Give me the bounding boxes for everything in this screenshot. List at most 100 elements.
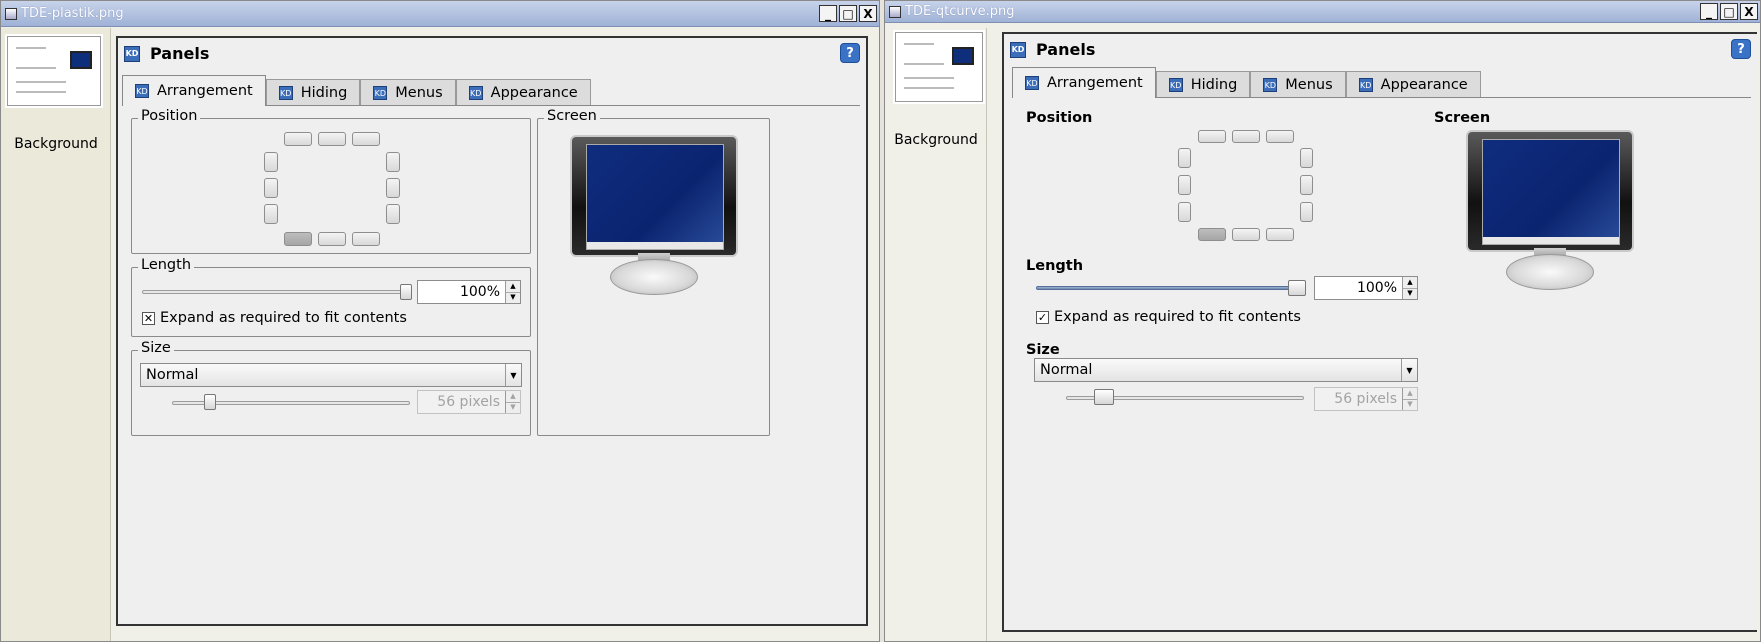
spin-down-icon[interactable]: ▼: [506, 292, 520, 303]
size-value: Normal: [1040, 362, 1093, 378]
background-thumbnail[interactable]: [7, 36, 101, 106]
position-left-top[interactable]: [1178, 148, 1191, 168]
help-icon[interactable]: ?: [1731, 39, 1751, 59]
page-title-text: Panels: [150, 44, 210, 63]
position-top-left[interactable]: [284, 132, 312, 146]
position-bottom-center[interactable]: [318, 232, 346, 246]
position-left-bottom[interactable]: [264, 204, 278, 224]
chevron-down-icon[interactable]: ▼: [505, 364, 521, 386]
tab-label: Hiding: [1190, 77, 1238, 93]
maximize-button[interactable]: □: [839, 5, 857, 22]
screen-label: Screen: [1434, 110, 1491, 126]
length-slider-handle[interactable]: [400, 284, 412, 300]
length-label: Length: [1026, 258, 1084, 274]
position-right-bottom[interactable]: [1300, 202, 1313, 222]
tab-appearance[interactable]: KD Appearance: [1345, 71, 1481, 98]
close-button[interactable]: X: [859, 5, 877, 22]
minimize-button[interactable]: _: [1700, 3, 1718, 20]
kde-config-icon: KD: [1010, 41, 1026, 58]
tab-bar: KD Arrangement KD Hiding KD Menus KD Appeara…: [122, 75, 591, 106]
expand-checkbox[interactable]: ✓ Expand as required to fit contents: [1036, 309, 1301, 325]
sidebar: Background: [885, 28, 987, 641]
tab-appearance[interactable]: KD Appearance: [455, 79, 591, 106]
length-value: 100%: [1356, 280, 1397, 296]
tab-menus[interactable]: KD Menus: [360, 79, 456, 106]
minimize-button[interactable]: _: [819, 5, 837, 22]
background-thumbnail[interactable]: [895, 32, 983, 102]
tab-label: Arrangement: [1047, 75, 1143, 91]
monitor-icon[interactable]: [1466, 130, 1634, 298]
sidebar-label[interactable]: Background: [885, 132, 987, 148]
length-slider[interactable]: [1036, 286, 1304, 290]
size-combobox[interactable]: Normal ▼: [140, 363, 522, 387]
spin-up-icon[interactable]: ▲: [506, 281, 520, 293]
size-group: Size Normal ▼ 56 pixels ▲ ▼: [131, 340, 531, 436]
position-right-top[interactable]: [386, 152, 400, 172]
position-right-center[interactable]: [1300, 175, 1313, 195]
monitor-icon[interactable]: [570, 135, 738, 303]
position-bottom-right[interactable]: [352, 232, 380, 246]
position-top-left[interactable]: [1198, 130, 1226, 143]
window-title: TDE-plastik.png: [21, 6, 124, 21]
position-left-center[interactable]: [1178, 175, 1191, 195]
length-slider[interactable]: [142, 290, 410, 294]
panels-dialog: KD Panels ? KD Arrangement KD Hiding KD Men…: [1002, 32, 1757, 632]
sidebar: Background: [1, 28, 111, 641]
spin-up-icon: ▲: [506, 391, 520, 403]
help-icon[interactable]: ?: [840, 43, 860, 63]
tab-hiding[interactable]: KD Hiding: [265, 79, 361, 106]
length-group: Length 100% ▲ ▼ ✓ Expand as required to f…: [1026, 258, 1426, 328]
sidebar-label[interactable]: Background: [1, 136, 111, 152]
title-bar[interactable]: TDE-qtcurve.png _ □ X: [885, 1, 1760, 23]
position-bottom-right[interactable]: [1266, 228, 1294, 241]
size-label: Size: [138, 340, 174, 356]
close-button[interactable]: X: [1740, 3, 1758, 20]
tab-menus[interactable]: KD Menus: [1250, 71, 1346, 98]
size-value: Normal: [146, 367, 199, 383]
spin-down-icon: ▼: [1403, 399, 1417, 410]
position-bottom-left[interactable]: [1198, 228, 1226, 241]
size-combobox[interactable]: Normal ▼: [1034, 358, 1418, 382]
position-left-bottom[interactable]: [1178, 202, 1191, 222]
maximize-button[interactable]: □: [1720, 3, 1738, 20]
length-spinbox[interactable]: 100% ▲ ▼: [1314, 276, 1418, 300]
position-top-center[interactable]: [1232, 130, 1260, 143]
tab-arrangement[interactable]: KD Arrangement: [122, 75, 266, 106]
tab-arrangement[interactable]: KD Arrangement: [1012, 67, 1156, 98]
position-top-center[interactable]: [318, 132, 346, 146]
tab-hiding[interactable]: KD Hiding: [1155, 71, 1251, 98]
length-spinbox[interactable]: 100% ▲ ▼: [417, 280, 521, 304]
length-slider-handle[interactable]: [1288, 280, 1306, 296]
tab-label: Menus: [1285, 77, 1333, 93]
spin-down-icon[interactable]: ▼: [1403, 288, 1417, 299]
length-label: Length: [138, 257, 195, 273]
position-right-center[interactable]: [386, 178, 400, 198]
monitor-thumbnail-icon: [70, 51, 92, 69]
position-bottom-center[interactable]: [1232, 228, 1260, 241]
window-plastik: TDE-plastik.png _ □ X Background KD Pane…: [0, 0, 880, 642]
pixels-value: 56 pixels: [1334, 391, 1397, 407]
position-top-right[interactable]: [352, 132, 380, 146]
title-bar[interactable]: TDE-plastik.png _ □ X: [1, 1, 879, 27]
position-right-bottom[interactable]: [386, 204, 400, 224]
spin-up-icon: ▲: [1403, 388, 1417, 400]
kde-config-icon: KD: [468, 86, 483, 100]
window-qtcurve: TDE-qtcurve.png _ □ X Background KD Pane…: [884, 0, 1761, 642]
image-icon: [5, 7, 17, 20]
position-label: Position: [1026, 110, 1093, 126]
position-right-top[interactable]: [1300, 148, 1313, 168]
page-title: KD Panels: [1010, 40, 1095, 59]
expand-checkbox[interactable]: ✕ Expand as required to fit contents: [142, 310, 407, 326]
spin-up-icon[interactable]: ▲: [1403, 277, 1417, 289]
page-title-text: Panels: [1036, 40, 1096, 59]
screen-group: Screen: [537, 108, 770, 436]
pixels-slider-handle: [204, 394, 216, 410]
pixels-value: 56 pixels: [437, 394, 500, 410]
position-left-center[interactable]: [264, 178, 278, 198]
chevron-down-icon[interactable]: ▼: [1401, 359, 1417, 381]
image-icon: [889, 5, 901, 18]
position-top-right[interactable]: [1266, 130, 1294, 143]
position-left-top[interactable]: [264, 152, 278, 172]
expand-label: Expand as required to fit contents: [1054, 309, 1301, 325]
position-bottom-left[interactable]: [284, 232, 312, 246]
